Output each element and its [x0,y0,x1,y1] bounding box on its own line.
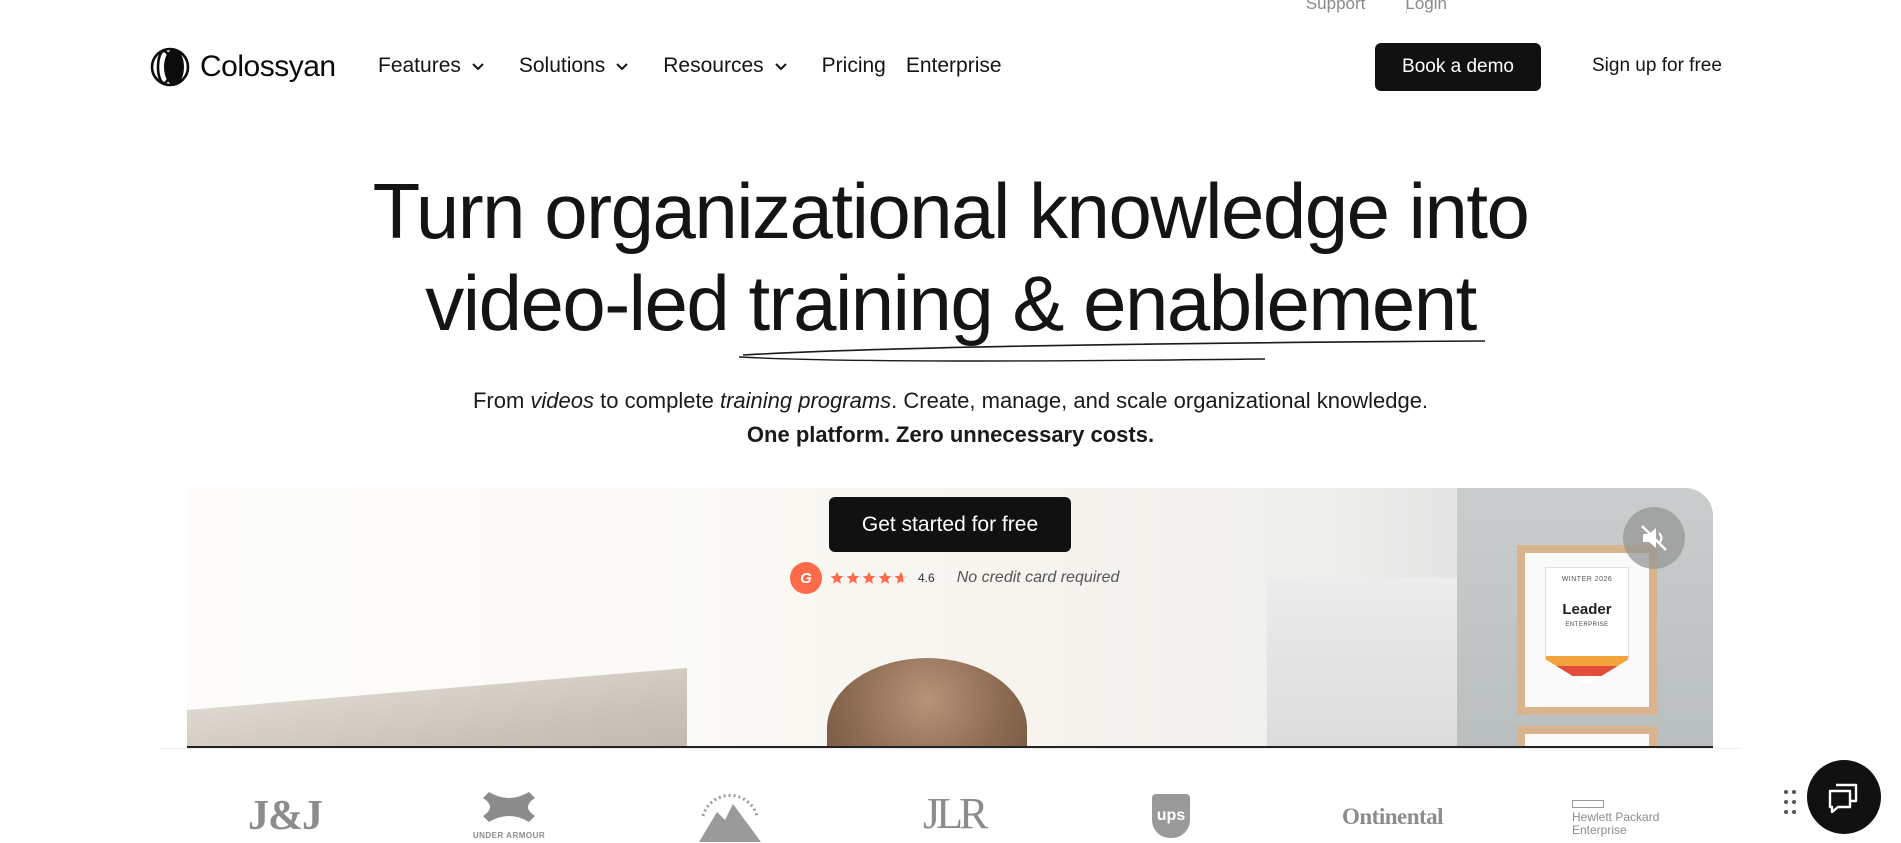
site-header: Colossyan Features Solutions Resources P… [0,40,1901,96]
nav-solutions-label: Solutions [518,54,606,77]
sub-to: to complete [594,388,720,413]
star-icon [830,571,844,584]
hero-subtitle-line-1: From videos to complete training program… [0,384,1901,418]
badge-segment: ENTERPRISE [1565,622,1609,628]
utility-bar: Support Login [1306,0,1447,14]
book-demo-button[interactable]: Book a demo [1375,43,1541,91]
logo-ups: ups [1152,794,1190,838]
badge-title: Leader [1562,601,1612,618]
customer-logos-strip: J&J UNDER ARMOUR JLR ups Ontinental Hewl… [160,748,1740,843]
star-icon [862,571,876,584]
chevron-down-icon [472,63,484,71]
utility-divider [1405,0,1407,14]
sub-videos: videos [530,388,594,413]
colossyan-logo[interactable]: Colossyan [150,47,336,87]
rating-row: G 4.6 No credit card required [790,562,1119,594]
hpe-line-2: Enterprise [1572,823,1627,837]
sub-from: From [472,388,531,413]
badge-stripe-red [1546,666,1628,676]
rating-value: 4.6 [918,571,935,585]
star-icon [878,571,892,584]
mute-toggle-button[interactable] [1623,507,1685,569]
g2-award-frame: WINTER 2026 Leader ENTERPRISE [1517,545,1657,715]
logo-jj: J&J [248,793,323,839]
g2-logo-icon: G [790,562,822,594]
hand-drawn-underline [738,340,1486,362]
g2-leader-badge: WINTER 2026 Leader ENTERPRISE [1545,567,1629,685]
under-armour-icon [483,792,535,822]
nav-pricing[interactable]: Pricing [822,54,886,78]
video-scene-wall [187,668,687,748]
under-armour-text: UNDER ARMOUR [472,831,546,840]
brand-name: Colossyan [200,50,336,83]
second-award-frame [1517,726,1657,748]
get-started-button[interactable]: Get started for free [829,497,1071,552]
nav-features-label: Features [378,54,461,77]
sub-rest: . Create, manage, and scale organization… [891,388,1429,413]
nav-resources-label: Resources [663,54,764,77]
logo-under-armour: UNDER ARMOUR [470,790,548,840]
chevron-down-icon [774,63,787,71]
nav-solutions[interactable]: Solutions [519,54,629,78]
login-link[interactable]: Login [1405,0,1447,14]
main-nav: Features Solutions Resources Pricing Ent… [378,54,1022,78]
sub-programs: training programs [719,388,892,413]
star-icon [846,571,860,584]
hpe-box-icon [1572,800,1604,808]
drag-handle-icon[interactable] [1783,788,1797,818]
logo-continental: Ontinental [1342,804,1444,829]
no-credit-card-note: No credit card required [956,569,1120,586]
hero-subtitle: From videos to complete training program… [0,384,1901,452]
badge-season: WINTER 2026 [1561,576,1613,583]
hero-subtitle-line-2: One platform. Zero unnecessary costs. [746,422,1155,447]
chat-widget-button[interactable] [1807,760,1881,834]
nav-enterprise[interactable]: Enterprise [906,54,1002,78]
hero-title: Turn organizational knowledge into video… [0,165,1901,349]
chat-bubble-icon [1828,783,1858,814]
colossyan-logo-icon [150,47,190,87]
chevron-down-icon [616,63,628,71]
support-link[interactable]: Support [1306,0,1366,14]
presenter-head [827,658,1027,748]
sign-up-link[interactable]: Sign up for free [1592,55,1722,77]
logo-jlr: JLR [923,789,988,838]
video-scene-door [1267,578,1457,748]
logo-hpe: Hewlett Packard Enterprise [1572,800,1659,837]
rating-stars [830,571,908,585]
half-star-icon [894,571,908,584]
nav-features[interactable]: Features [378,54,485,78]
logo-paramount-icon [699,793,761,842]
hero-title-line-1: Turn organizational knowledge into [372,167,1530,255]
nav-resources[interactable]: Resources [663,54,787,78]
badge-stripe-orange [1546,656,1628,666]
speaker-muted-icon [1641,525,1667,551]
